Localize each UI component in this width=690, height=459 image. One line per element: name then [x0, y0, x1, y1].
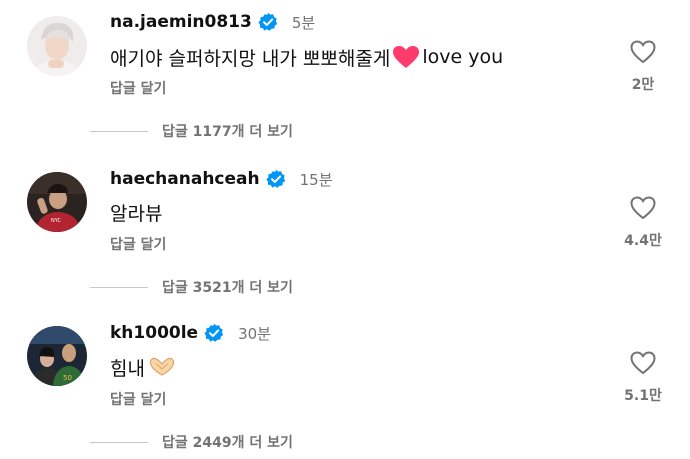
heart-outline-icon[interactable] [610, 351, 676, 375]
avatar[interactable]: 50 [27, 326, 87, 386]
comment-text: 힘내 [110, 354, 176, 380]
reply-button[interactable]: 답글 달기 [110, 389, 166, 409]
divider [90, 441, 148, 443]
comments-panel: na.jaemin0813 5분 애기야 슬퍼하지망 내가 뽀뽀해줄게 love… [0, 0, 690, 459]
reply-button[interactable]: 답글 달기 [110, 78, 166, 98]
verified-badge-icon [204, 323, 224, 343]
like-count: 2만 [631, 77, 655, 93]
avatar-photo-icon: 50 [27, 326, 87, 386]
verified-badge-icon [258, 12, 278, 32]
avatar[interactable]: NYC [27, 172, 87, 232]
like-column: 5.1만 [610, 351, 676, 405]
avatar-photo-icon: NYC [27, 172, 87, 232]
username[interactable]: kh1000le [110, 323, 198, 343]
heart-outline-icon[interactable] [610, 40, 676, 64]
view-replies-label: 답글 2449개 더 보기 [162, 435, 293, 451]
svg-text:NYC: NYC [51, 218, 62, 224]
comment-timestamp: 30분 [238, 324, 271, 343]
divider [90, 130, 148, 132]
like-count: 5.1만 [624, 388, 662, 404]
comment-text-main: 애기야 슬퍼하지망 내가 뽀뽀해줄게 [110, 47, 391, 70]
view-replies-button[interactable]: 답글 3521개 더 보기 [90, 277, 293, 297]
view-replies-label: 답글 1177개 더 보기 [162, 124, 293, 140]
comment-header: haechanahceah 15분 [110, 166, 333, 192]
username[interactable]: na.jaemin0813 [110, 12, 252, 32]
avatar[interactable] [27, 16, 87, 76]
view-replies-button[interactable]: 답글 1177개 더 보기 [90, 121, 293, 141]
comment-text: 애기야 슬퍼하지망 내가 뽀뽀해줄게 love you [110, 44, 503, 70]
comment-header: kh1000le 30분 [110, 320, 271, 346]
red-heart-emoji-icon [392, 45, 420, 69]
comment-timestamp: 15분 [299, 170, 333, 189]
svg-text:50: 50 [63, 374, 72, 382]
like-count: 4.4만 [624, 233, 662, 249]
comment-text-main: 힘내 [110, 357, 145, 380]
avatar-photo-icon [27, 16, 87, 76]
comment-text: 알라뷰 [110, 199, 162, 225]
comment-text-main: 알라뷰 [110, 202, 163, 225]
verified-badge-icon [266, 169, 286, 189]
reply-button[interactable]: 답글 달기 [110, 234, 166, 254]
username[interactable]: haechanahceah [110, 169, 260, 189]
heart-hands-emoji-icon [148, 356, 176, 378]
like-column: 2만 [610, 40, 676, 94]
comment-timestamp: 5분 [291, 13, 316, 32]
like-column: 4.4만 [610, 196, 676, 250]
view-replies-label: 답글 3521개 더 보기 [162, 280, 293, 296]
comment-text-suffix: love you [422, 46, 504, 68]
divider [90, 286, 148, 288]
heart-outline-icon[interactable] [610, 196, 676, 220]
comment-header: na.jaemin0813 5분 [110, 9, 315, 35]
view-replies-button[interactable]: 답글 2449개 더 보기 [90, 432, 293, 452]
